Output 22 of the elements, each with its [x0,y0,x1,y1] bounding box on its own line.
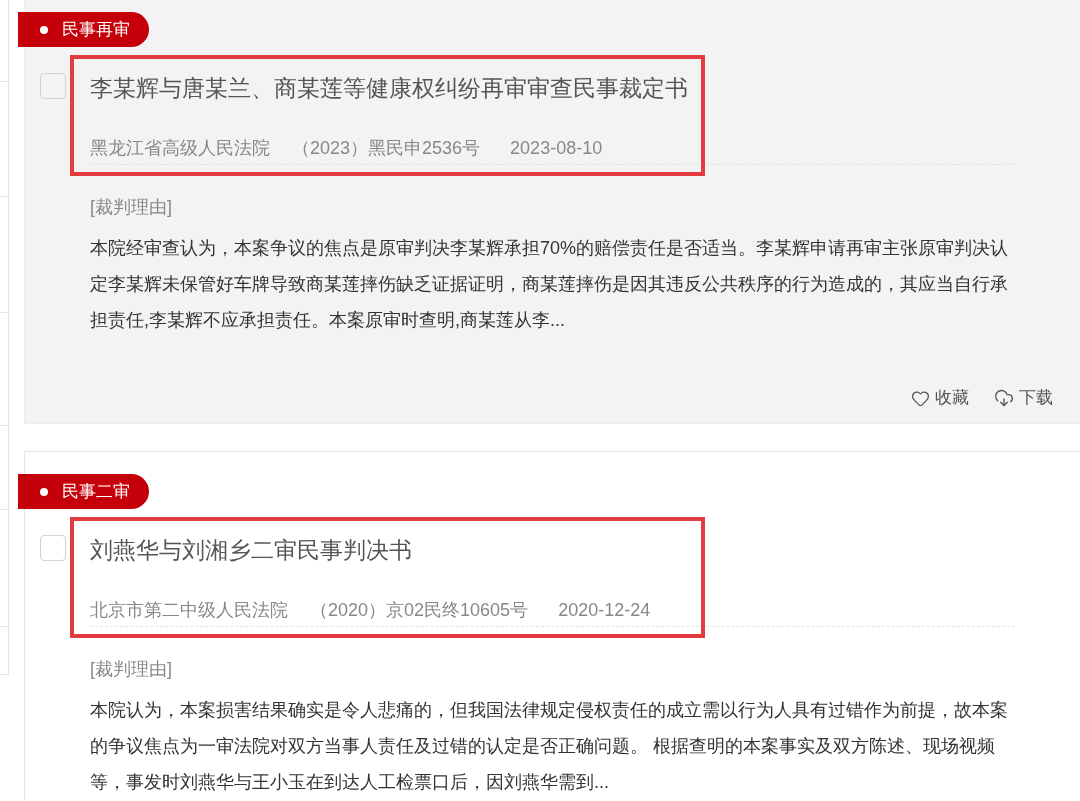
court-name: 黑龙江省高级人民法院 [90,137,270,160]
reason-label: [裁判理由] [90,196,172,219]
court-name: 北京市第二中级人民法院 [90,599,288,622]
cloud-download-icon [994,388,1014,408]
judgment-date: 2020-12-24 [558,599,651,622]
case-title[interactable]: 刘燕华与刘湘乡二审民事判决书 [90,534,412,566]
dot-icon [40,487,48,496]
case-title[interactable]: 李某辉与唐某兰、商某莲等健康权纠纷再审审查民事裁定书 [90,72,688,104]
checkbox[interactable] [40,535,66,561]
case-excerpt: 本院经审查认为，本案争议的焦点是原审判决李某辉承担70%的赔偿责任是否适当。李某辉申请再审主张原审判决认定李某辉未保管好车牌导致商某莲摔伤缺乏证据证明，商某莲摔伤是因其违反公共秩序的行为造成的，其应当自行承担责任,李某辉不应承担责任。本案原审时查明,商某莲从李... [90,237,1010,332]
heart-icon [911,388,930,408]
favorite-button[interactable]: 收藏 [911,386,969,410]
download-button[interactable]: 下载 [994,386,1053,410]
judgment-date: 2023-08-10 [510,137,603,160]
reason-label: [裁判理由] [90,658,172,681]
tag-label: 民事再审 [62,19,130,40]
checkbox[interactable] [40,73,66,99]
case-number: （2020）京02民终10605号 [310,599,529,622]
tag-label: 民事二审 [62,481,130,502]
case-number: （2023）黑民申2536号 [292,137,481,160]
case-excerpt: 本院认为，本案损害结果确实是令人悲痛的，但我国法律规定侵权责任的成立需以行为人具有过错作为前提，故本案的争议焦点为一审法院对双方当事人责任及过错的认定是否正确问题。 根据查明的本案事实及双方陈述、现场视频等，事发时刘燕华与王小玉在到达人工检票口后，因刘燕华需到... [90,699,1009,794]
dot-icon [40,25,48,34]
